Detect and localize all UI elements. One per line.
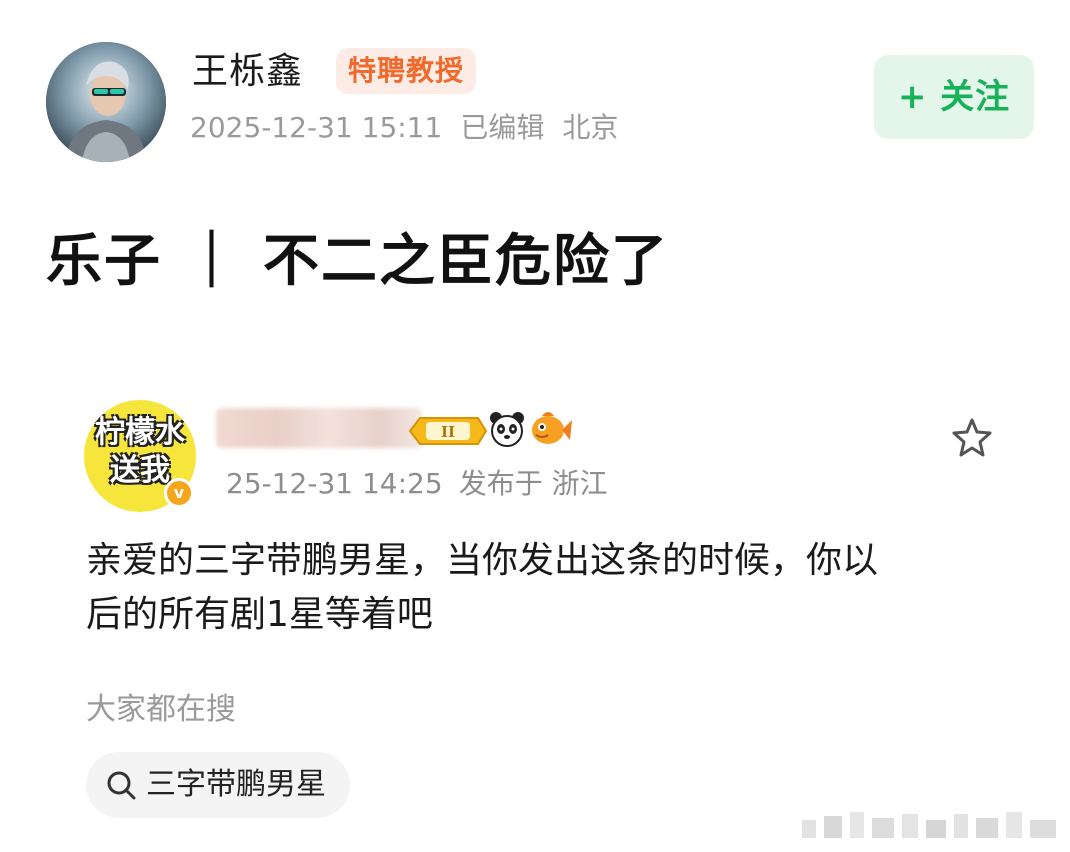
watermark-icon xyxy=(802,812,1056,838)
level-badge: II xyxy=(408,417,488,445)
hot-search-label: 大家都在搜 xyxy=(86,692,236,727)
author-badge: 特聘教授 xyxy=(336,48,477,94)
embed-time: 25-12-31 14:25 xyxy=(226,467,443,500)
user-avatar-icon xyxy=(46,42,166,162)
embed-published: 发布于 浙江 xyxy=(458,467,608,500)
search-icon xyxy=(107,771,136,800)
post-date: 2025-12-31 15:11 xyxy=(190,111,443,144)
embed-meta: 25-12-31 14:25 发布于 浙江 xyxy=(226,464,624,504)
panda-icon xyxy=(490,412,524,447)
fish-icon xyxy=(532,412,572,444)
avatar-text-line1: 柠檬水 xyxy=(95,415,185,450)
search-chip-label: 三字带鹏男星 xyxy=(146,767,326,802)
follow-button[interactable]: + 关注 xyxy=(874,55,1034,139)
post-location: 北京 xyxy=(562,111,619,144)
author-name[interactable]: 王栎鑫 xyxy=(192,48,303,96)
star-icon[interactable] xyxy=(950,416,994,460)
author-avatar[interactable] xyxy=(46,42,166,162)
post-meta: 2025-12-31 15:11 已编辑 北京 xyxy=(190,108,636,148)
verified-icon: v xyxy=(164,478,194,508)
level-text: II xyxy=(441,423,455,441)
post-page: 王栎鑫 特聘教授 2025-12-31 15:11 已编辑 北京 + 关注 乐子 ｜… xyxy=(0,0,1070,852)
embed-body-line1: 亲爱的三字带鹏男星，当你发出这条的时候，你以 xyxy=(86,540,879,581)
search-chip[interactable]: 三字带鹏男星 xyxy=(86,752,350,818)
edited-label: 已编辑 xyxy=(460,111,545,144)
embed-body-line2: 后的所有剧1星等着吧 xyxy=(86,594,433,635)
embed-body: 亲爱的三字带鹏男星，当你发出这条的时候，你以 后的所有剧1星等着吧 xyxy=(86,534,986,642)
blurred-username xyxy=(216,408,422,448)
post-title: 乐子 ｜ 不二之臣危险了 xyxy=(46,229,669,294)
